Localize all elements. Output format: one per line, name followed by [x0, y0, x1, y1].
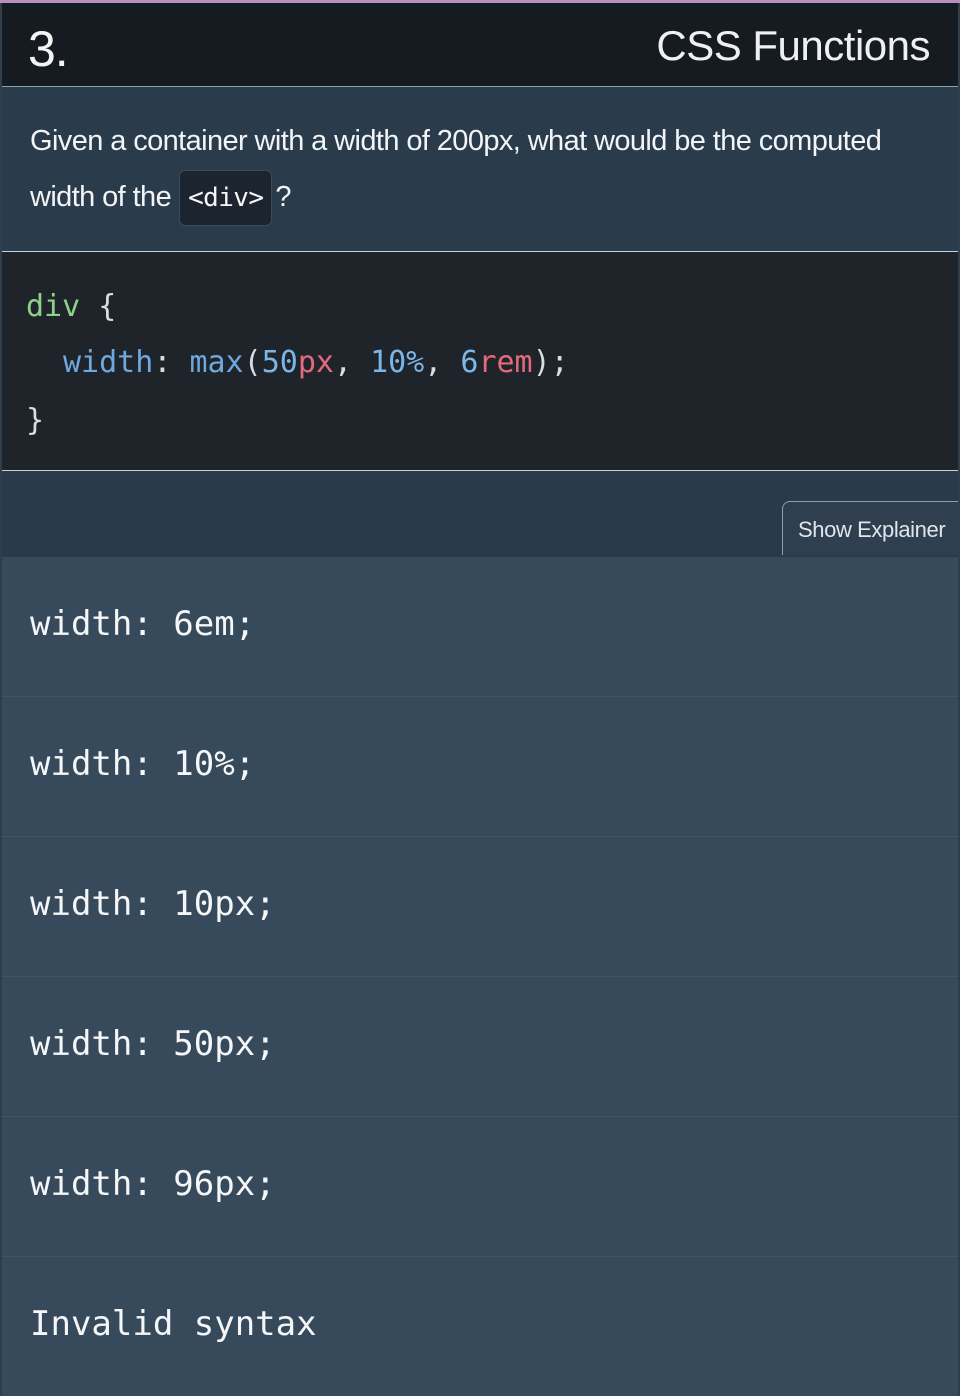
code-comma-2: ,	[424, 345, 443, 380]
answer-option[interactable]: width: 10px;	[2, 837, 958, 977]
code-arg2-number: 10%	[370, 345, 425, 380]
code-arg1-number: 50	[261, 345, 298, 380]
answer-option[interactable]: width: 10%;	[2, 697, 958, 837]
answer-toolbar: Show Explainer	[2, 471, 958, 557]
code-line-1: div {	[26, 287, 116, 327]
answer-label: width: 6em;	[30, 604, 256, 644]
code-property: width	[63, 345, 154, 380]
code-line-3: }	[26, 401, 44, 441]
show-explainer-button[interactable]: Show Explainer	[782, 501, 958, 555]
inline-code-div: <div>	[179, 170, 273, 227]
answer-option[interactable]: width: 96px;	[2, 1117, 958, 1257]
code-comma-1: ,	[333, 345, 352, 380]
answer-option[interactable]: width: 50px;	[2, 977, 958, 1117]
code-close-brace: }	[26, 403, 45, 438]
code-arg1-unit: px	[297, 345, 334, 380]
code-arg3-unit: rem	[478, 345, 533, 380]
question-topic: CSS Functions	[656, 22, 930, 69]
code-colon: :	[153, 345, 172, 380]
code-selector: div	[26, 289, 81, 324]
code-snippet: div { width: max(50px, 10%, 6rem); }	[2, 252, 958, 471]
question-text-after: ?	[275, 181, 291, 213]
answer-list: width: 6em; width: 10%; width: 10px; wid…	[2, 557, 958, 1396]
code-arg3-number: 6	[460, 345, 479, 380]
answer-option[interactable]: width: 6em;	[2, 557, 958, 697]
code-paren-close: );	[532, 345, 569, 380]
answer-label: width: 96px;	[30, 1164, 276, 1204]
question-number: 3.	[28, 21, 69, 77]
answer-label: width: 10px;	[30, 884, 276, 924]
code-paren-open: (	[243, 345, 262, 380]
question-text-before: Given a container with a width of 200px,…	[30, 125, 882, 213]
answer-option[interactable]: Invalid syntax	[2, 1257, 958, 1396]
code-line-2: width: max(50px, 10%, 6rem);	[63, 343, 569, 383]
answer-label: Invalid syntax	[30, 1304, 317, 1344]
question-text: Given a container with a width of 200px,…	[30, 113, 930, 227]
code-open-brace: {	[98, 289, 117, 324]
code-function: max	[189, 345, 244, 380]
answer-label: width: 50px;	[30, 1024, 276, 1064]
question-prompt: Given a container with a width of 200px,…	[2, 87, 958, 252]
question-header: 3. CSS Functions	[2, 3, 958, 87]
answer-label: width: 10%;	[30, 744, 256, 784]
